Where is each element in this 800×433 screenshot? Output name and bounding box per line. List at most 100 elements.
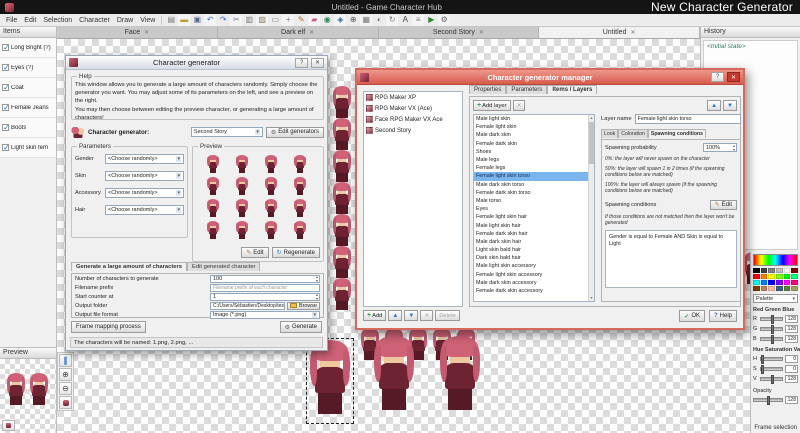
grid-icon[interactable]: ▦ — [360, 15, 372, 26]
dialog-help-button[interactable]: ? — [711, 72, 724, 82]
scroll-up-icon[interactable]: ▴ — [589, 115, 594, 121]
color-spectrum[interactable] — [753, 254, 798, 266]
palette-swatch[interactable] — [791, 274, 798, 279]
palette-swatch[interactable] — [753, 268, 760, 273]
palette-swatch[interactable] — [761, 280, 768, 285]
layer-row[interactable]: Shoes — [474, 148, 588, 156]
slider-thumb[interactable] — [767, 396, 770, 405]
opacity-value[interactable]: 128 — [785, 396, 798, 404]
open-file-icon[interactable]: ▬ — [178, 15, 190, 26]
scroll-down-icon[interactable]: ▾ — [589, 295, 594, 301]
channel-slider[interactable] — [760, 367, 783, 371]
edit-generators-button[interactable]: ⚙ Edit generators — [266, 127, 324, 138]
item-checkbox[interactable] — [2, 64, 9, 71]
add-layer-button[interactable]: +Add layer — [473, 100, 511, 111]
generator-list[interactable]: RPG Maker XP RPG Maker VX (Ace) Face RPG… — [363, 91, 463, 307]
item-checkbox[interactable] — [2, 124, 9, 131]
help-button[interactable]: ? Help — [709, 310, 737, 322]
layer-row[interactable]: Male light skin accessory — [474, 262, 588, 270]
menu-item[interactable]: Edit — [21, 17, 39, 24]
layer-row[interactable]: Female light skin — [474, 123, 588, 131]
generator-list-item[interactable]: RPG Maker VX (Ace) — [364, 103, 462, 114]
layer-row[interactable]: Male dark skin torso — [474, 181, 588, 189]
palette-swatch[interactable] — [753, 280, 760, 285]
layer-row[interactable]: Female light skin torso — [474, 172, 588, 180]
palette-swatch[interactable] — [791, 268, 798, 273]
scrollbar-thumb[interactable] — [589, 122, 594, 164]
menu-item[interactable]: Selection — [40, 17, 75, 24]
new-file-icon[interactable]: ▤ — [165, 15, 177, 26]
menu-item[interactable]: Character — [76, 17, 113, 24]
dialog-tab[interactable]: Generate a large amount of characters — [71, 262, 187, 271]
tab-close-icon[interactable]: ✕ — [309, 29, 314, 36]
palette-swatch[interactable] — [776, 274, 783, 279]
channel-slider[interactable] — [760, 377, 783, 381]
layer-row[interactable]: Female light skin accessory — [474, 271, 588, 279]
frame-mapping-button[interactable]: Frame mapping process — [71, 321, 146, 333]
generator-list-item[interactable]: RPG Maker XP — [364, 92, 462, 103]
palette-swatch[interactable] — [784, 268, 791, 273]
palette-swatch[interactable] — [791, 280, 798, 285]
document-tab[interactable]: Untitled ✕ — [539, 27, 700, 38]
palette-swatch[interactable] — [768, 274, 775, 279]
generator-select[interactable]: Second Story ▾ — [191, 127, 263, 137]
item-row[interactable]: Coat — [0, 78, 56, 98]
palette-swatch[interactable] — [791, 286, 798, 291]
counter-stepper[interactable]: 1 ▴▾ — [210, 293, 320, 301]
layers-icon[interactable]: ≡ — [412, 15, 424, 26]
rotate-icon[interactable]: ↻ — [386, 15, 398, 26]
slider-thumb[interactable] — [761, 365, 764, 374]
paste-icon[interactable]: ▨ — [256, 15, 268, 26]
output-folder-input[interactable]: C:/Users/Sébastien/Desktop/test 1 — [210, 302, 285, 310]
palette-swatch[interactable] — [776, 280, 783, 285]
spinner-arrows-icon[interactable]: ▴▾ — [733, 144, 735, 151]
layer-row[interactable]: Eyes — [474, 205, 588, 213]
mirror-icon[interactable]: ◐ — [373, 15, 385, 26]
probability-stepper[interactable]: 100% ▴▾ — [703, 143, 737, 152]
history-entry[interactable]: <Initial state> — [704, 41, 797, 52]
layer-row[interactable]: Female legs — [474, 164, 588, 172]
palette-swatch[interactable] — [768, 280, 775, 285]
manager-tab[interactable]: Properties — [469, 85, 506, 94]
channel-slider[interactable] — [760, 357, 783, 361]
layer-detail-tab[interactable]: Spawning conditions — [648, 129, 706, 138]
palette-swatch[interactable] — [761, 274, 768, 279]
parameter-select[interactable]: <Choose randomly> ▾ — [105, 154, 184, 164]
layer-detail-tab[interactable]: Coloration — [618, 129, 648, 138]
layer-row[interactable]: Female dark skin — [474, 140, 588, 148]
tab-close-icon[interactable]: ✕ — [144, 29, 149, 36]
format-select[interactable]: Image (*.png) ▾ — [210, 311, 320, 319]
manager-tab[interactable]: Parameters — [506, 85, 547, 94]
menu-item[interactable]: File — [3, 17, 20, 24]
channel-slider[interactable] — [760, 337, 783, 341]
item-row[interactable]: Light skin fem — [0, 138, 56, 158]
dialog-close-button[interactable]: ✕ — [311, 58, 324, 68]
eraser-icon[interactable]: ▰ — [308, 15, 320, 26]
parameter-select[interactable]: <Choose randomly> ▾ — [105, 205, 184, 215]
spinner-arrows-icon[interactable]: ▴▾ — [316, 293, 318, 300]
slider-thumb[interactable] — [771, 335, 774, 344]
zoom-in-button[interactable]: ⊕ — [59, 368, 72, 381]
layer-row[interactable]: Light skin bald hair — [474, 246, 588, 254]
document-tab[interactable]: Face ✕ — [57, 27, 218, 38]
character-thumb-button[interactable] — [59, 396, 72, 409]
dialog-title-bar[interactable]: Character generator manager ? ✕ — [357, 70, 743, 85]
edit-character-button[interactable]: ✎ Edit — [241, 247, 268, 258]
layer-row[interactable]: Male legs — [474, 156, 588, 164]
scrollbar[interactable]: ▴ ▾ — [588, 115, 594, 301]
palette-select[interactable]: Palette ▾ — [753, 294, 798, 303]
layer-name-input[interactable]: Female light skin torso — [635, 114, 741, 124]
menu-item[interactable]: Draw — [114, 17, 136, 24]
pause-button[interactable]: ∥ — [59, 354, 72, 367]
prefix-input[interactable]: Filename prefix of each character — [210, 284, 320, 292]
palette-swatch[interactable] — [761, 286, 768, 291]
item-checkbox[interactable] — [2, 144, 9, 151]
text-icon[interactable]: A — [399, 15, 411, 26]
redo-icon[interactable]: ↷ — [217, 15, 229, 26]
select-icon[interactable]: ▭ — [269, 15, 281, 26]
layer-detail-tab[interactable]: Look — [601, 129, 618, 138]
layer-row[interactable]: Male torso — [474, 197, 588, 205]
copy-icon[interactable]: ▥ — [243, 15, 255, 26]
document-tab[interactable]: Dark elf ✕ — [218, 27, 379, 38]
item-row[interactable]: Long Bright (?) — [0, 38, 56, 58]
